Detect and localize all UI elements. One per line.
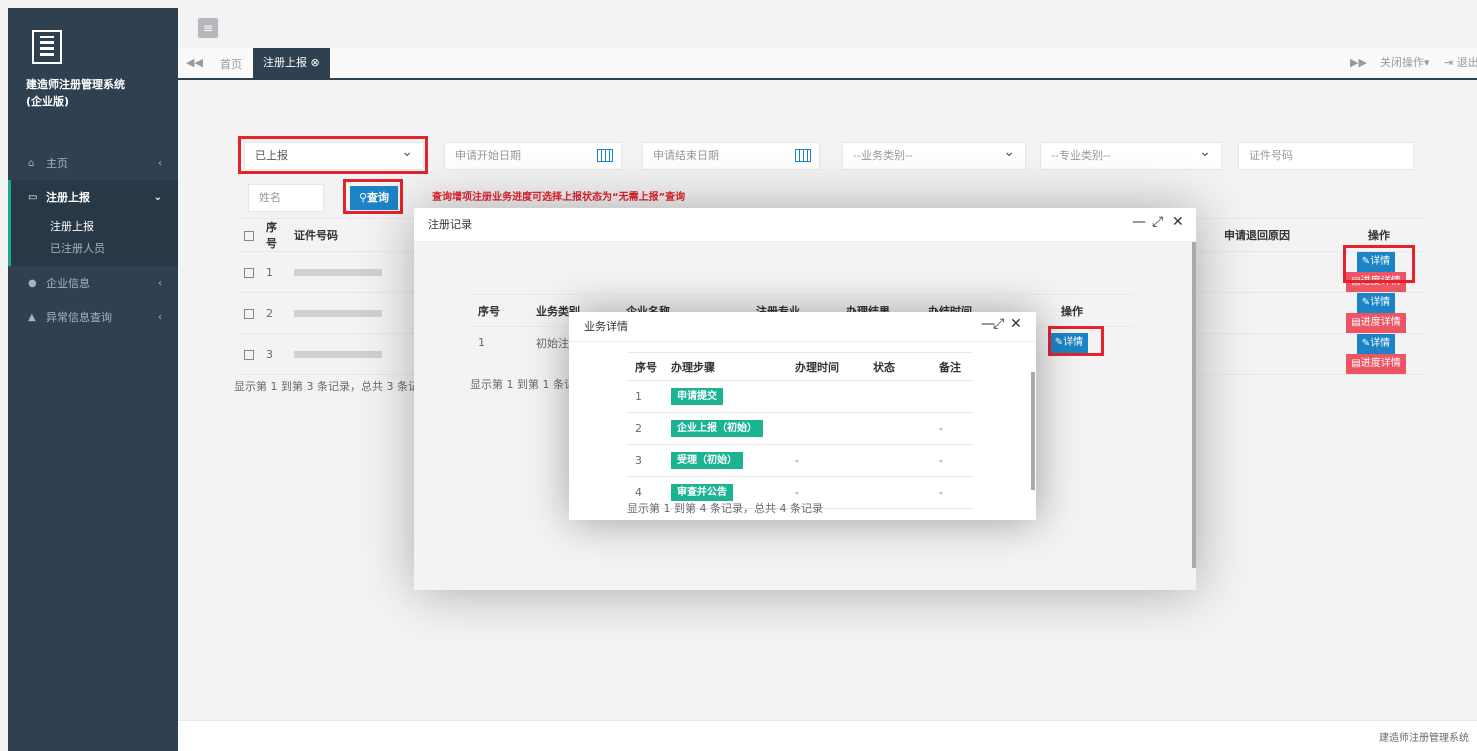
maximize-icon[interactable]: ⤢	[1152, 214, 1163, 230]
detail-button[interactable]: ✎详情	[1356, 293, 1396, 313]
chevron-left-icon: ‹	[158, 311, 162, 323]
sidebar-subitem-registered-persons[interactable]: 已注册人员	[11, 238, 178, 260]
redacted-cert-no	[294, 310, 382, 317]
detail-pager: 显示第 1 到第 4 条记录，总共 4 条记录	[627, 502, 823, 515]
highlight-box	[343, 179, 403, 214]
table-row: 3 受理（初始） - -	[627, 444, 973, 477]
tab-home[interactable]: 首页	[220, 56, 242, 72]
main-pager: 显示第 1 到第 3 条记录，总共 3 条记录	[234, 380, 430, 393]
logout-button[interactable]: ⇥ 退出	[1444, 48, 1477, 78]
minimize-icon[interactable]: —	[1132, 214, 1146, 230]
query-hint: 查询增项注册业务进度可选择上报状态为“无需上报”查询	[432, 192, 686, 203]
logout-icon: ⇥	[1444, 56, 1457, 69]
tabs-bar: ◀◀ 首页 注册上报 ⊗ ▶▶ 关闭操作▾ ⇥ 退出	[178, 48, 1477, 80]
sidebar-subitem-register-report[interactable]: 注册上报	[11, 216, 178, 238]
modal-title: 业务详情	[569, 312, 1036, 342]
tabs-scroll-left-icon[interactable]: ◀◀	[186, 56, 203, 69]
highlight-box	[1048, 326, 1104, 356]
major-type-select[interactable]: --专业类别--	[1040, 139, 1222, 170]
sidebar: 建造师注册管理系统 (企业版) ⌂ 主页 ‹ ▭ 注册上报 ⌄ 注册上报 已注册…	[8, 8, 178, 751]
business-detail-modal: 业务详情 — ⤢ ✕ 序号 办理步骤 办理时间 状态 备注 1 申请提交 2 企…	[569, 312, 1036, 520]
table-row: 1 申请提交	[627, 380, 973, 413]
close-operations-dropdown[interactable]: 关闭操作▾	[1380, 48, 1430, 78]
menu-toggle-icon[interactable]: ≡	[198, 18, 218, 38]
row-checkbox[interactable]	[244, 267, 254, 278]
monitor-icon: ▭	[28, 191, 38, 203]
chevron-left-icon: ‹	[158, 277, 162, 289]
detail-steps-table: 序号 办理步骤 办理时间 状态 备注 1 申请提交 2 企业上报（初始） - 3…	[627, 352, 973, 509]
col-header-reject-reason: 申请退回原因	[1216, 218, 1326, 252]
step-badge: 申请提交	[671, 388, 723, 405]
tab-register-report[interactable]: 注册上报 ⊗	[253, 48, 330, 78]
modal-scrollbar[interactable]	[1031, 372, 1035, 490]
row-checkbox[interactable]	[244, 308, 254, 319]
sidebar-item-register-report[interactable]: ▭ 注册上报 ⌄	[8, 180, 178, 214]
start-date-input[interactable]: 申请开始日期	[444, 142, 622, 170]
highlight-box	[1343, 245, 1415, 283]
col-header-no: 序号	[258, 218, 286, 252]
sidebar-item-exception-query[interactable]: ▲ 异常信息查询 ‹	[8, 300, 178, 334]
redacted-cert-no	[294, 351, 382, 358]
sidebar-submenu: 注册上报 已注册人员	[8, 214, 178, 266]
row-checkbox[interactable]	[244, 349, 254, 360]
progress-detail-button[interactable]: ▤进度详情	[1346, 354, 1406, 374]
close-tab-icon[interactable]: ⊗	[311, 56, 320, 69]
table-row: 2 企业上报（初始） -	[627, 412, 973, 445]
detail-button[interactable]: ✎详情	[1356, 334, 1396, 354]
close-icon[interactable]: ✕	[1172, 214, 1184, 230]
progress-detail-button[interactable]: ▤进度详情	[1346, 313, 1406, 333]
business-type-select[interactable]: --业务类别--	[842, 139, 1026, 170]
modal-scrollbar[interactable]	[1192, 242, 1196, 568]
redacted-cert-no	[294, 269, 382, 276]
home-icon: ⌂	[28, 157, 35, 169]
sidebar-item-home[interactable]: ⌂ 主页 ‹	[8, 146, 178, 180]
tabs-scroll-right-icon[interactable]: ▶▶	[1350, 56, 1367, 69]
table-header-row: 序号 办理步骤 办理时间 状态 备注	[627, 352, 973, 381]
calendar-icon[interactable]	[795, 149, 811, 162]
step-badge: 受理（初始）	[671, 452, 743, 469]
top-bar: ≡	[178, 8, 1477, 48]
close-icon[interactable]: ✕	[1010, 316, 1022, 332]
cert-number-input[interactable]: 证件号码	[1238, 142, 1414, 170]
select-all-checkbox[interactable]	[244, 230, 254, 241]
end-date-input[interactable]: 申请结束日期	[642, 142, 820, 170]
footer-text: 建造师注册管理系统	[1379, 733, 1469, 744]
footer: 建造师注册管理系统	[178, 720, 1477, 751]
user-icon: ●	[28, 277, 37, 289]
warning-icon: ▲	[28, 311, 36, 323]
chevron-left-icon: ‹	[158, 157, 162, 169]
logo-area: 建造师注册管理系统 (企业版)	[8, 8, 178, 132]
step-badge: 审查并公告	[671, 484, 733, 501]
name-input[interactable]: 姓名	[248, 184, 324, 212]
app-title: 建造师注册管理系统 (企业版)	[26, 78, 125, 108]
calendar-icon[interactable]	[597, 149, 613, 162]
step-badge: 企业上报（初始）	[671, 420, 763, 437]
maximize-icon[interactable]: ⤢	[993, 316, 1004, 332]
highlight-box	[238, 136, 428, 174]
chevron-down-icon: ⌄	[153, 191, 162, 203]
building-icon	[32, 30, 62, 64]
modal-title: 注册记录	[414, 208, 1196, 242]
sidebar-item-company-info[interactable]: ● 企业信息 ‹	[8, 266, 178, 300]
